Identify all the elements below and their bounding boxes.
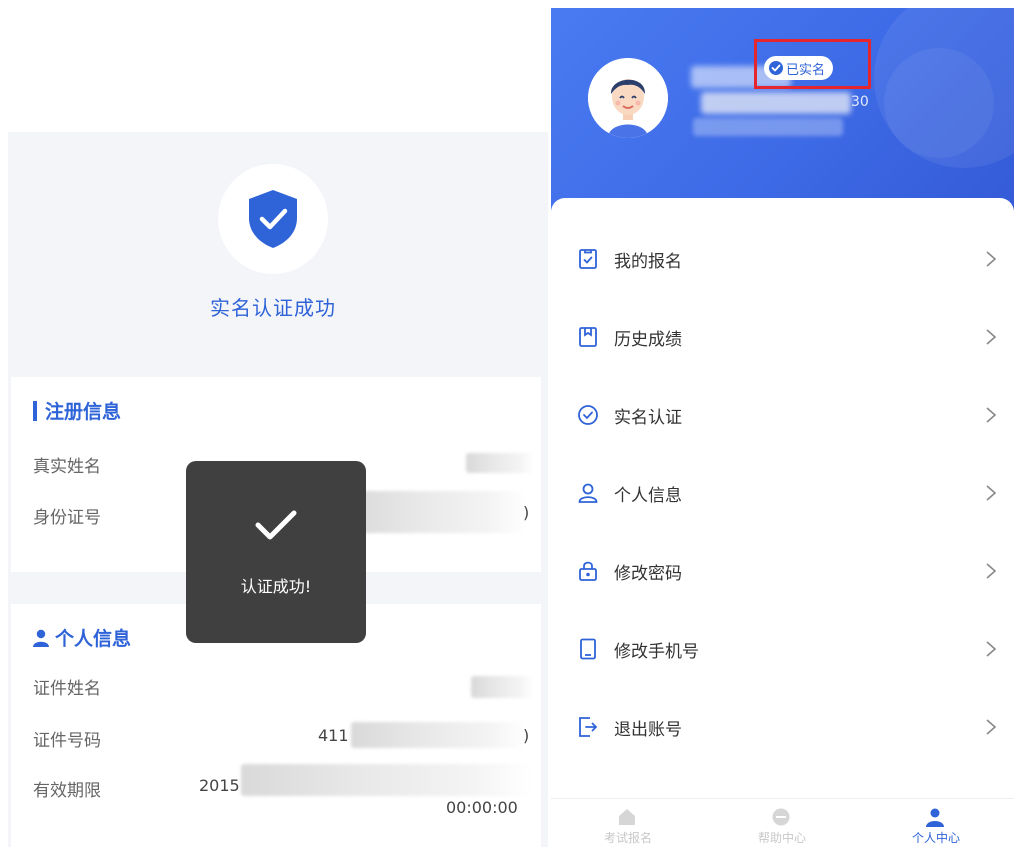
real-name-redacted xyxy=(466,453,534,473)
registration-heading-text: 注册信息 xyxy=(45,401,122,423)
tab-label: 个人中心 xyxy=(911,831,960,845)
clipboard-check-icon xyxy=(579,249,597,269)
menu-label: 个人信息 xyxy=(614,485,682,506)
toast-message: 认证成功! xyxy=(240,577,312,596)
bookmark-box-icon xyxy=(579,327,597,347)
chevron-right-icon xyxy=(986,563,997,579)
cert-number-suffix: ) xyxy=(523,726,530,745)
chevron-right-icon xyxy=(986,641,997,657)
id-number-redacted xyxy=(346,491,526,533)
validity-time: 00:00:00 xyxy=(446,798,518,817)
tab-exam-registration[interactable]: 考试报名 xyxy=(551,799,705,847)
registration-info-heading: 注册信息 xyxy=(33,397,121,424)
chevron-right-icon xyxy=(986,719,997,735)
cert-number-redacted xyxy=(351,722,526,748)
header-decoration xyxy=(884,48,994,158)
settings-menu: 我的报名 历史成绩 实名认证 个人信息 修改密码 修改手机号 退出账号 xyxy=(551,198,1014,798)
checkmark-icon xyxy=(255,510,297,540)
success-toast: 认证成功! xyxy=(186,461,366,643)
heading-accent-bar xyxy=(33,401,37,421)
success-title: 实名认证成功 xyxy=(210,296,336,320)
tab-label: 考试报名 xyxy=(603,831,652,845)
success-header: 实名认证成功 xyxy=(8,132,548,374)
bottom-tab-bar: 考试报名 帮助中心 个人中心 xyxy=(551,798,1014,847)
menu-item-change-phone[interactable]: 修改手机号 xyxy=(551,610,1014,688)
chevron-right-icon xyxy=(986,407,997,423)
logout-icon xyxy=(579,717,598,737)
chevron-right-icon xyxy=(986,485,997,501)
tab-label: 帮助中心 xyxy=(757,831,806,845)
annotation-highlight-box xyxy=(754,39,871,89)
validity-prefix: 2015 xyxy=(199,776,240,795)
shield-check-icon xyxy=(578,405,598,425)
user-id-tail: 30 xyxy=(851,94,869,110)
personal-heading-text: 个人信息 xyxy=(55,628,132,650)
menu-label: 我的报名 xyxy=(614,251,682,272)
id-number-label: 身份证号 xyxy=(33,508,101,528)
menu-item-score-history[interactable]: 历史成绩 xyxy=(551,298,1014,376)
shield-check-icon xyxy=(249,190,297,248)
person-icon xyxy=(926,808,944,827)
help-icon xyxy=(772,808,790,826)
menu-label: 退出账号 xyxy=(614,719,682,740)
menu-item-personal-info[interactable]: 个人信息 xyxy=(551,454,1014,532)
personal-center-screen: 30 已实名 我的报名 历史成绩 实名认证 个人信息 修改密码 修改手机号 退出… xyxy=(551,8,1014,847)
personal-info-heading: 个人信息 xyxy=(33,624,131,651)
user-id-redacted xyxy=(701,92,851,114)
user-subtitle-redacted xyxy=(693,118,843,136)
menu-label: 修改密码 xyxy=(614,563,682,584)
menu-label: 实名认证 xyxy=(614,407,682,428)
person-icon xyxy=(33,629,49,647)
menu-item-real-name-verification[interactable]: 实名认证 xyxy=(551,376,1014,454)
chevron-right-icon xyxy=(986,251,997,267)
real-name-label: 真实姓名 xyxy=(33,457,101,477)
validity-label: 有效期限 xyxy=(33,781,101,801)
phone-icon xyxy=(580,638,596,660)
menu-item-logout[interactable]: 退出账号 xyxy=(551,688,1014,766)
success-shield-badge xyxy=(218,164,328,274)
avatar[interactable] xyxy=(588,58,668,138)
menu-label: 历史成绩 xyxy=(614,329,682,350)
user-icon xyxy=(578,483,598,503)
tab-help-center[interactable]: 帮助中心 xyxy=(705,799,859,847)
home-icon xyxy=(619,809,635,825)
chevron-right-icon xyxy=(986,329,997,345)
menu-item-change-password[interactable]: 修改密码 xyxy=(551,532,1014,610)
cert-name-label: 证件姓名 xyxy=(33,679,101,699)
avatar-icon xyxy=(588,58,668,138)
menu-item-my-registration[interactable]: 我的报名 xyxy=(551,220,1014,298)
tab-personal-center[interactable]: 个人中心 xyxy=(859,799,1013,847)
validity-redacted xyxy=(241,764,531,796)
cert-name-redacted xyxy=(471,676,533,698)
menu-label: 修改手机号 xyxy=(614,641,699,662)
cert-number-prefix: 411 xyxy=(318,726,349,745)
lock-icon xyxy=(579,561,597,581)
id-number-suffix: ) xyxy=(523,503,530,522)
cert-number-label: 证件号码 xyxy=(33,731,101,751)
